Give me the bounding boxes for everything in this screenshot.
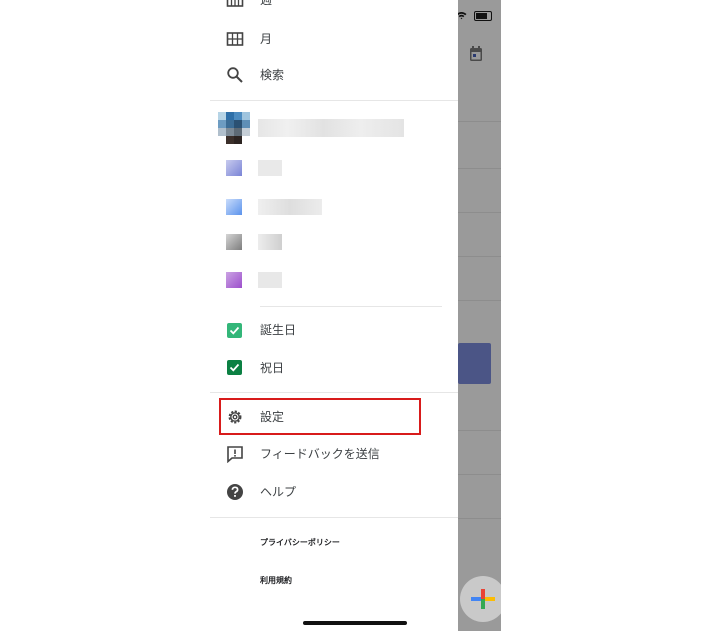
search-icon	[226, 66, 244, 84]
divider	[210, 100, 458, 101]
menu-item-search[interactable]: 検索	[210, 57, 458, 93]
calendar-color-swatch[interactable]	[226, 272, 242, 288]
account-email-pixelated	[258, 119, 404, 137]
holidays-checkbox[interactable]	[227, 360, 242, 375]
battery-icon	[473, 11, 492, 21]
grid-line	[458, 300, 501, 301]
month-view-icon	[226, 30, 244, 48]
menu-item-help[interactable]: ヘルプ	[210, 474, 458, 510]
help-icon	[226, 483, 244, 501]
calendar-holidays-label: 祝日	[260, 361, 285, 375]
grid-line	[458, 168, 501, 169]
today-calendar-icon[interactable]	[469, 46, 483, 62]
home-indicator[interactable]	[303, 621, 407, 625]
calendar-birthdays-label: 誕生日	[260, 323, 297, 337]
phone-screen: 週 月 検索 誕生日 祝日 設定 フィードバックを送信 ヘルプ プライバシーポリ…	[210, 0, 501, 631]
grid-line	[458, 474, 501, 475]
calendar-event-block[interactable]	[458, 343, 491, 384]
divider	[210, 517, 458, 518]
calendar-item-birthdays[interactable]: 誕生日	[210, 312, 458, 348]
menu-item-week[interactable]: 週	[210, 0, 458, 18]
menu-item-feedback[interactable]: フィードバックを送信	[210, 436, 458, 472]
menu-item-search-label: 検索	[260, 68, 285, 82]
terms-of-service-link[interactable]: 利用規約	[260, 575, 292, 586]
calendar-name-pixelated	[258, 272, 282, 288]
grid-line	[458, 121, 501, 122]
navigation-drawer: 週 月 検索 誕生日 祝日 設定 フィードバックを送信 ヘルプ プライバシーポリ…	[210, 0, 458, 631]
menu-item-week-label: 週	[260, 0, 273, 7]
wifi-icon	[456, 10, 471, 23]
plus-icon	[471, 589, 495, 609]
calendar-name-pixelated	[258, 234, 282, 250]
status-bar-icons	[456, 10, 492, 23]
calendar-color-swatch[interactable]	[226, 199, 242, 215]
week-view-icon	[226, 0, 244, 9]
calendar-name-pixelated	[258, 160, 282, 176]
birthdays-checkbox[interactable]	[227, 323, 242, 338]
menu-item-feedback-label: フィードバックを送信	[260, 447, 380, 461]
settings-highlight-box	[219, 398, 421, 435]
calendar-color-swatch[interactable]	[226, 160, 242, 176]
grid-line	[458, 430, 501, 431]
feedback-icon	[226, 445, 244, 464]
menu-item-help-label: ヘルプ	[260, 485, 297, 499]
calendar-item-holidays[interactable]: 祝日	[210, 350, 458, 386]
menu-item-month[interactable]: 月	[210, 21, 458, 57]
account-avatar-pixelated[interactable]	[218, 112, 250, 144]
create-event-button[interactable]	[460, 576, 501, 622]
calendar-background-dimmed	[458, 0, 501, 631]
menu-item-month-label: 月	[260, 32, 273, 46]
grid-line	[458, 212, 501, 213]
divider	[260, 306, 442, 307]
calendar-name-pixelated	[258, 199, 322, 215]
privacy-policy-link[interactable]: プライバシーポリシー	[260, 537, 340, 548]
grid-line	[458, 518, 501, 519]
divider	[210, 392, 458, 393]
calendar-color-swatch[interactable]	[226, 234, 242, 250]
grid-line	[458, 256, 501, 257]
